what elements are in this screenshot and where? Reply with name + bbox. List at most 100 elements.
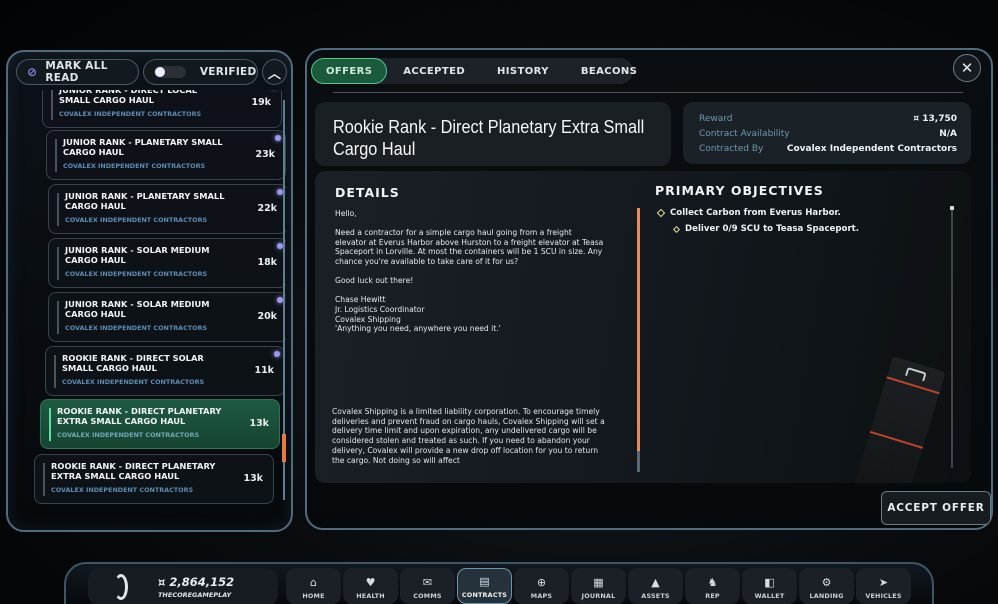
nav-label: MAPS: [530, 592, 553, 600]
meta-value: ¤ 13,750: [913, 114, 957, 124]
tab-bar: OFFERS ACCEPTED HISTORY BEACONS: [311, 58, 637, 84]
details-text: Hello, Need a contractor for a simple ca…: [335, 209, 605, 343]
objectives-heading: PRIMARY OBJECTIVES: [655, 183, 824, 198]
details-heading: DETAILS: [335, 185, 400, 200]
contract-company: COVALEX INDEPENDENT CONTRACTORS: [59, 110, 202, 118]
contract-list-item[interactable]: ROOKIE RANK - DIRECT PLANETARY EXTRA SMA…: [34, 454, 274, 504]
list-scrollbar-thumb[interactable]: [282, 434, 286, 462]
nav-label: LANDING: [809, 592, 844, 600]
objective-text: Collect Carbon from Everus Harbor.: [670, 208, 841, 218]
verified-label: VERIFIED: [199, 66, 257, 78]
nav-health[interactable]: ♥ HEALTH: [343, 568, 398, 604]
contract-reward: 11k: [254, 365, 274, 376]
meta-value: Covalex Independent Contractors: [786, 144, 957, 154]
objective-item: Deliver 0/9 SCU to Teasa Spaceport.: [672, 224, 859, 234]
verified-toggle[interactable]: [153, 66, 186, 78]
contract-company: COVALEX INDEPENDENT CONTRACTORS: [51, 486, 194, 494]
legal-text: Covalex Shipping is a limited liability …: [332, 407, 605, 465]
nav-label: CONTRACTS: [461, 591, 508, 599]
contract-list: JUNIOR RANK - DIRECT LOCAL SMALL CARGO H…: [30, 90, 286, 530]
body-paragraph: Need a contractor for a simple cargo hau…: [335, 228, 604, 266]
contract-list-item[interactable]: JUNIOR RANK - PLANETARY SMALL CARGO HAUL…: [48, 184, 286, 234]
nav-assets[interactable]: ▲ ASSETS: [628, 568, 683, 604]
objective-diamond-icon: [656, 208, 666, 218]
contract-title: JUNIOR RANK - DIRECT LOCAL SMALL CARGO H…: [59, 90, 198, 105]
player-handle: THECOREGAMEPLAY: [158, 591, 232, 599]
contract-title-card: Rookie Rank - Direct Planetary Extra Sma…: [315, 102, 671, 166]
accept-offer-button[interactable]: ACCEPT OFFER: [881, 491, 991, 525]
mark-all-read-button[interactable]: ⊘ MARK ALL READ: [16, 59, 139, 85]
nav-label: JOURNAL: [581, 592, 616, 600]
contract-title: ROOKIE RANK - DIRECT PLANETARY EXTRA SMA…: [57, 406, 222, 426]
contract-body: DETAILS Hello, Need a contractor for a s…: [315, 171, 971, 483]
device-logo-icon: [905, 366, 927, 382]
contract-list-panel: ⊘ MARK ALL READ VERIFIED ︿ JUNIOR RANK -…: [6, 50, 293, 532]
health-icon: ♥: [365, 576, 376, 589]
contract-reward: 22k: [257, 203, 277, 214]
contract-reward: 13k: [243, 473, 263, 484]
item-accent-bar: [43, 463, 45, 496]
nav-label: COMMS: [413, 592, 442, 600]
signature-role: Jr. Logistics Coordinator: [335, 304, 425, 314]
contract-meta: Reward ¤ 13,750 Contract Availability N/A Co…: [683, 102, 971, 164]
nav-label: VEHICLES: [865, 592, 902, 600]
item-accent-bar: [51, 90, 53, 120]
nav-contracts[interactable]: ▤ CONTRACTS: [457, 568, 512, 604]
meta-key: Contract Availability: [699, 129, 790, 139]
credits-balance: ¤ 2,864,152: [158, 575, 235, 589]
contract-title: JUNIOR RANK - PLANETARY SMALL CARGO HAUL: [65, 191, 225, 211]
landing-icon: ⚙: [821, 576, 832, 589]
contract-list-item[interactable]: ROOKIE RANK - DIRECT SOLAR SMALL CARGO H…: [45, 346, 285, 396]
contract-company: COVALEX INDEPENDENT CONTRACTORS: [57, 431, 200, 439]
mobiglas-logo-icon: [114, 574, 128, 600]
contract-reward: 19k: [251, 97, 271, 108]
details-scrollbar-thumb[interactable]: [637, 208, 640, 451]
item-accent-bar: [54, 355, 56, 388]
contract-list-item[interactable]: JUNIOR RANK - SOLAR MEDIUM CARGO HAUL COV…: [48, 292, 286, 342]
contract-detail-panel: OFFERS ACCEPTED HISTORY BEACONS ✕ Rookie Ra…: [305, 48, 993, 530]
contract-list-item[interactable]: JUNIOR RANK - DIRECT LOCAL SMALL CARGO H…: [42, 90, 282, 128]
item-accent-bar: [57, 193, 59, 226]
tab-beacons[interactable]: BEACONS: [565, 58, 653, 84]
chevron-up-icon: ︿: [267, 66, 282, 82]
vehicles-icon: ➤: [878, 576, 889, 589]
nav-wallet[interactable]: ◧ WALLET: [742, 568, 797, 604]
rep-icon: ♞: [707, 576, 718, 589]
nav-comms[interactable]: ✉ COMMS: [400, 568, 455, 604]
nav-rep[interactable]: ♞ REP: [685, 568, 740, 604]
tab-offers[interactable]: OFFERS: [311, 58, 388, 84]
list-scrollbar[interactable]: [282, 100, 286, 500]
nav-maps[interactable]: ⊕ MAPS: [514, 568, 569, 604]
nav-vehicles[interactable]: ➤ VEHICLES: [856, 568, 911, 604]
tab-history[interactable]: HISTORY: [481, 58, 565, 84]
item-accent-bar: [49, 408, 51, 441]
details-scrollbar[interactable]: [637, 208, 640, 472]
tab-accepted[interactable]: ACCEPTED: [387, 58, 481, 84]
divider: [333, 92, 963, 93]
contract-company: COVALEX INDEPENDENT CONTRACTORS: [65, 324, 208, 332]
nav-label: HOME: [302, 592, 325, 600]
contract-list-item[interactable]: ROOKIE RANK - DIRECT PLANETARY EXTRA SMA…: [40, 399, 280, 449]
meta-key: Reward: [699, 114, 733, 124]
meta-key: Contracted By: [699, 144, 764, 154]
wallet-icon: ◧: [764, 576, 775, 589]
verified-filter[interactable]: VERIFIED: [142, 59, 259, 85]
contract-company: COVALEX INDEPENDENT CONTRACTORS: [65, 270, 208, 278]
close-button[interactable]: ✕: [953, 54, 981, 82]
maps-icon: ⊕: [536, 576, 547, 589]
contract-title: JUNIOR RANK - PLANETARY SMALL CARGO HAUL: [63, 137, 223, 157]
list-toolbar: ⊘ MARK ALL READ VERIFIED ︿: [16, 59, 287, 86]
objectives-scrollbar[interactable]: [950, 206, 954, 468]
contract-company: COVALEX INDEPENDENT CONTRACTORS: [62, 378, 205, 386]
nav-landing[interactable]: ⚙ LANDING: [799, 568, 854, 604]
collapse-button[interactable]: ︿: [262, 59, 287, 85]
contracts-icon: ▤: [479, 575, 490, 588]
greeting: Hello,: [335, 209, 357, 218]
nav-home[interactable]: ⌂ HOME: [286, 568, 341, 604]
contract-reward: 13k: [249, 418, 269, 429]
contract-list-item[interactable]: JUNIOR RANK - PLANETARY SMALL CARGO HAUL…: [46, 130, 286, 180]
contract-list-item[interactable]: JUNIOR RANK - SOLAR MEDIUM CARGO HAUL COV…: [48, 238, 286, 288]
contract-company: COVALEX INDEPENDENT CONTRACTORS: [63, 162, 206, 170]
nav-journal[interactable]: ▦ JOURNAL: [571, 568, 626, 604]
objective-item: Collect Carbon from Everus Harbor.: [656, 208, 841, 218]
